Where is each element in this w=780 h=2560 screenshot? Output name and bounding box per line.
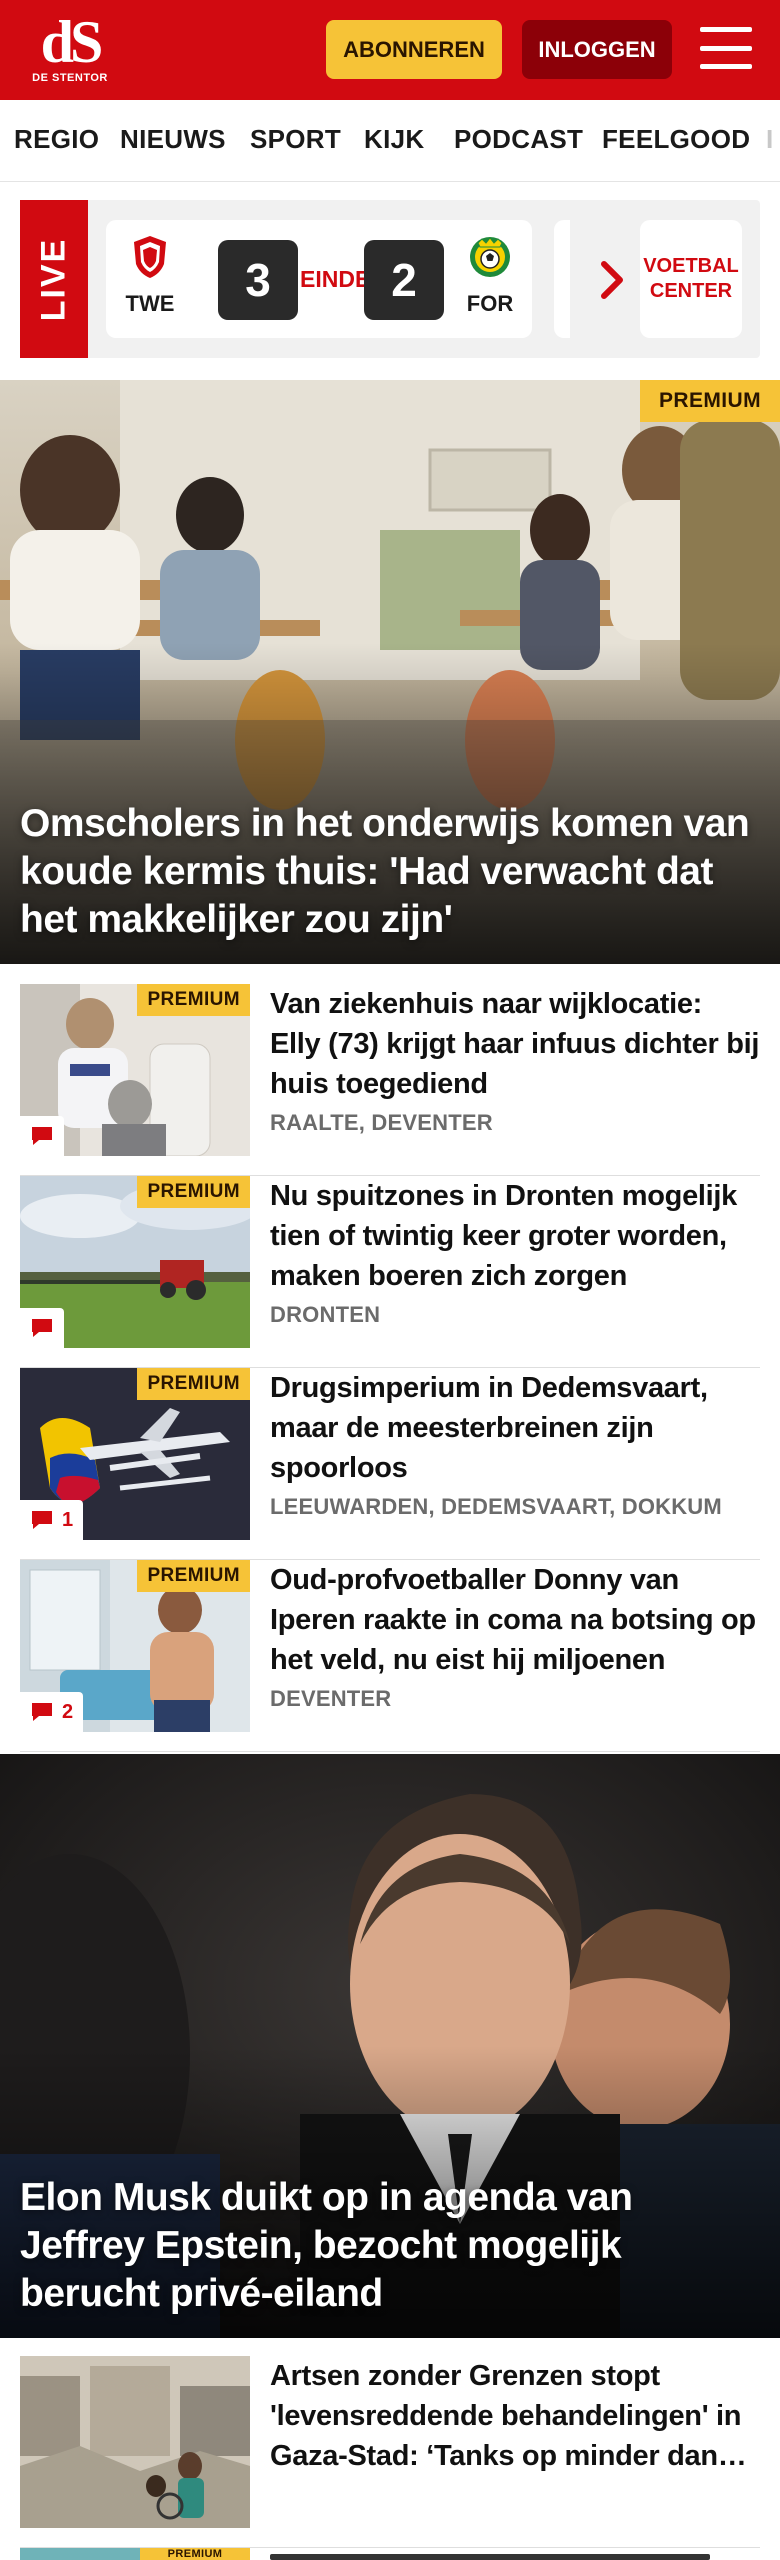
nav-item-feelgood[interactable]: FEELGOOD xyxy=(602,124,750,155)
away-team-code: FOR xyxy=(466,291,514,316)
comment-icon xyxy=(32,1319,52,1337)
nav-item-kijk[interactable]: KIJK xyxy=(364,124,424,155)
site-logo[interactable]: dS DE STENTOR xyxy=(28,12,112,88)
nav-item-sport[interactable]: SPORT xyxy=(250,124,341,155)
article-row[interactable]: PREMIUM Nu spuitzones in Dronten mogelij… xyxy=(20,1176,760,1368)
article-thumbnail: PREMIUM 1 xyxy=(20,1368,250,1540)
article-location: DEVENTER xyxy=(270,1686,392,1711)
article-thumbnail: PREMIUM 2 xyxy=(20,1560,250,1732)
football-center-button[interactable]: VOETBAL CENTER xyxy=(640,220,742,338)
nav-item-overflow[interactable]: I xyxy=(766,124,774,155)
premium-badge: PREMIUM xyxy=(640,380,780,422)
login-button[interactable]: INLOGGEN xyxy=(522,20,672,79)
section-nav: REGIO NIEUWS SPORT KIJK PODCAST FEELGOOD… xyxy=(0,100,780,182)
match-card[interactable]: TWE 3 EINDE 2 FOR xyxy=(106,220,532,338)
fortuna-sittard-crest-icon xyxy=(470,237,510,277)
comment-icon xyxy=(32,1511,52,1529)
premium-badge: PREMIUM xyxy=(137,1560,250,1592)
comment-chip[interactable]: 1 xyxy=(20,1500,84,1540)
match-status: EINDE xyxy=(300,266,371,292)
premium-badge: PREMIUM xyxy=(137,1176,250,1208)
article-thumbnail: PREMIUM xyxy=(20,984,250,1156)
thumb-image-gaza-rubble xyxy=(20,2356,250,2528)
hero-article-1-title[interactable]: Omscholers in het onderwijs komen van ko… xyxy=(20,800,760,944)
article-location: DRONTEN xyxy=(270,1302,381,1327)
away-team: FOR xyxy=(460,234,520,317)
logo-mark: dS xyxy=(40,9,104,75)
logo-text: DE STENTOR xyxy=(32,72,108,84)
premium-badge: PREMIUM xyxy=(137,1368,250,1400)
article-title[interactable]: Oud-profvoetballer Donny van Iperen raak… xyxy=(270,1560,760,1680)
article-title[interactable]: Artsen zonder Grenzen stopt 'levensredde… xyxy=(270,2356,760,2476)
comment-count: 1 xyxy=(62,1508,74,1531)
article-thumbnail xyxy=(20,2356,250,2528)
nav-item-nieuws[interactable]: NIEUWS xyxy=(120,124,226,155)
article-row[interactable]: PREMIUM 1 Drugsimperium in Dedemsvaart, … xyxy=(20,1368,760,1560)
article-title[interactable]: Van ziekenhuis naar wijklocatie: Elly (7… xyxy=(270,984,760,1104)
premium-badge: PREMIUM xyxy=(137,984,250,1016)
article-location: RAALTE, DEVENTER xyxy=(270,1110,493,1135)
article-row[interactable]: PREMIUM Van ziekenhuis naar wijklocatie:… xyxy=(20,984,760,1176)
away-score: 2 xyxy=(364,240,444,320)
hero-article-1[interactable]: PREMIUM Omscholers in het onderwijs kome… xyxy=(0,380,780,964)
chevron-right-icon[interactable] xyxy=(592,250,632,310)
site-header: dS DE STENTOR ABONNEREN INLOGGEN xyxy=(0,0,780,100)
partial-article-title[interactable] xyxy=(270,2550,760,2560)
live-label: LIVE xyxy=(34,237,73,321)
comment-icon xyxy=(32,1703,52,1721)
fc-twente-crest-icon xyxy=(134,236,166,278)
home-team-code: TWE xyxy=(125,291,175,316)
comment-chip[interactable]: 2 xyxy=(20,1692,84,1732)
hero-article-2[interactable]: Elon Musk duikt op in agenda van Jeffrey… xyxy=(0,1754,780,2338)
premium-badge: PREMIUM xyxy=(140,2548,250,2560)
comment-chip[interactable] xyxy=(20,1116,64,1156)
article-title[interactable]: Drugsimperium in Dedemsvaart, maar de me… xyxy=(270,1368,760,1488)
article-row[interactable]: PREMIUM 2 Oud-profvoetballer Donny van I… xyxy=(20,1560,760,1752)
home-score: 3 xyxy=(218,240,298,320)
hamburger-menu-icon[interactable] xyxy=(700,25,752,71)
partial-article-thumbnail[interactable]: PREMIUM xyxy=(20,2548,250,2560)
live-tab[interactable]: LIVE xyxy=(20,200,88,358)
article-title[interactable]: Nu spuitzones in Dronten mogelijk tien o… xyxy=(270,1176,760,1296)
live-scoreboard: LIVE TWE 3 EINDE 2 FOR VOETBAL CENTER xyxy=(20,200,760,358)
comment-icon xyxy=(32,1127,52,1145)
subscribe-button[interactable]: ABONNEREN xyxy=(326,20,502,79)
comment-count: 2 xyxy=(62,1700,74,1723)
nav-item-regio[interactable]: REGIO xyxy=(14,124,99,155)
article-location: LEEUWARDEN, DEDEMSVAART, DOKKUM xyxy=(270,1494,722,1519)
comment-chip[interactable] xyxy=(20,1308,64,1348)
nav-item-podcast[interactable]: PODCAST xyxy=(454,124,583,155)
article-row[interactable]: Artsen zonder Grenzen stopt 'levensredde… xyxy=(20,2356,760,2548)
home-team: TWE xyxy=(120,234,180,317)
hero-article-2-title[interactable]: Elon Musk duikt op in agenda van Jeffrey… xyxy=(20,2174,760,2318)
article-thumbnail: PREMIUM xyxy=(20,1176,250,1348)
next-match-card[interactable] xyxy=(554,220,570,338)
